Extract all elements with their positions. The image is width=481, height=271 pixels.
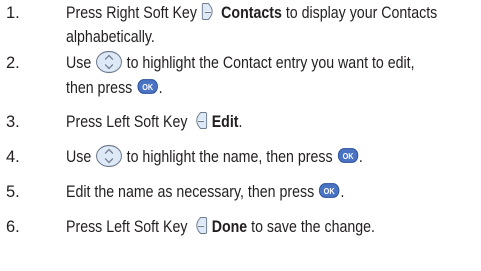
- step-number: 1.: [6, 4, 20, 22]
- step-text-segment: to save the change.: [247, 218, 375, 236]
- right-soft-key-icon: [201, 1, 217, 22]
- step-text-segment: to highlight the Contact entry you want …: [122, 54, 415, 72]
- step-text-segment: Press Left Soft Key: [66, 218, 192, 236]
- step-text-segment: .: [358, 148, 363, 166]
- navigation-key-icon: [95, 50, 123, 74]
- left-soft-key-icon: [191, 215, 207, 236]
- step-text-segment: to display your Contacts: [281, 4, 438, 22]
- step-text-segment: alphabetically.: [66, 28, 155, 46]
- step-text-segment: Use: [66, 54, 96, 72]
- softkey-label-contacts: Contacts: [221, 4, 282, 22]
- ok-key-label: OK: [324, 186, 335, 196]
- step-text-segment: Press Right Soft Key: [66, 4, 201, 22]
- softkey-label-edit: Edit: [211, 113, 239, 131]
- ok-key-label: OK: [342, 151, 353, 161]
- step-text-segment: then press: [66, 78, 137, 97]
- step-text-segment: .: [340, 183, 345, 201]
- navigation-key-icon: [95, 144, 123, 168]
- step-number: 4.: [6, 148, 20, 166]
- step-text-segment: .: [238, 113, 243, 131]
- step-text: Press Left Soft Key Done to save the cha…: [66, 215, 419, 239]
- softkey-label-done: Done: [211, 218, 248, 236]
- ok-key-icon: OK: [319, 183, 340, 199]
- step-number: 5.: [6, 183, 20, 201]
- step-number: 6.: [6, 218, 20, 236]
- step-text-segment: Press Left Soft Key: [66, 113, 192, 131]
- step-text-segment: Edit the name as necessary, then press: [66, 183, 319, 201]
- step-text: Use to highlight the Contact entry you w…: [66, 50, 419, 100]
- left-soft-key-icon: [191, 110, 207, 131]
- step-text-segment: Use: [66, 148, 96, 166]
- step-number: 2.: [6, 54, 20, 72]
- step-number: 3.: [6, 113, 20, 131]
- ok-key-icon: OK: [137, 78, 158, 94]
- ok-key-label: OK: [142, 82, 153, 92]
- instruction-steps: 1. Press Right Soft Key Contacts to disp…: [0, 0, 481, 271]
- step-text: Use to highlight the name, then press OK…: [66, 144, 419, 170]
- step-text-segment: to highlight the name, then press: [122, 148, 337, 166]
- step-text: Edit the name as necessary, then press O…: [66, 180, 419, 204]
- ok-key-icon: OK: [337, 148, 358, 164]
- step-text: Press Right Soft Key Contacts to display…: [66, 1, 437, 49]
- step-text: Press Left Soft Key Edit.: [66, 110, 419, 134]
- step-text-segment: .: [158, 78, 163, 97]
